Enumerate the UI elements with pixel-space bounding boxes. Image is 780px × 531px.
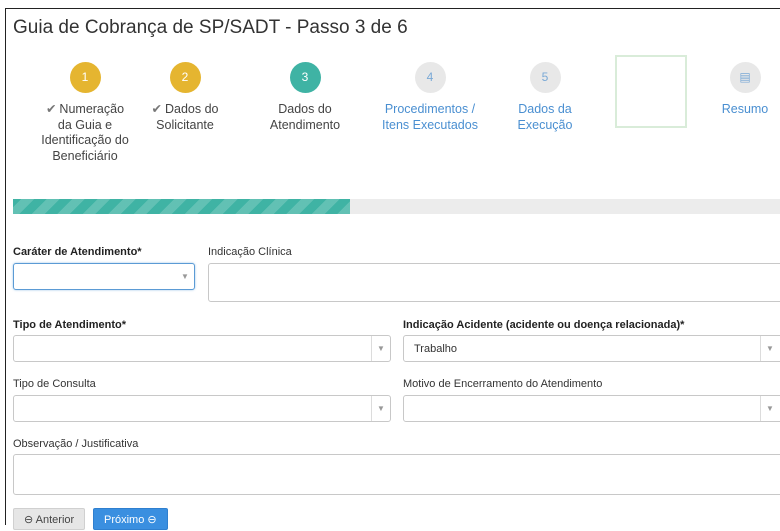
indicacao-acidente-select[interactable]: Trabalho ▼ — [403, 335, 780, 362]
chevron-down-icon: ▼ — [760, 396, 779, 421]
step-1-circle: 1 — [69, 62, 101, 93]
step-5[interactable]: 5 Dados da Execução — [505, 62, 585, 133]
step-4-circle: 4 — [414, 62, 446, 93]
page-title: Guia de Cobrança de SP/SADT - Passo 3 de… — [13, 17, 408, 38]
motivo-encerramento-label: Motivo de Encerramento do Atendimento — [403, 378, 603, 390]
circle-arrow-right-icon: ⊖ — [147, 514, 157, 526]
indicacao-acidente-label: Indicação Acidente (acidente ou doença r… — [403, 319, 685, 331]
step-3-label: Dados do Atendimento — [269, 102, 341, 132]
indicacao-clinica-label: Indicação Clínica — [208, 246, 292, 258]
observacao-label: Observação / Justificativa — [13, 438, 139, 450]
anterior-button[interactable]: ⊖ Anterior — [13, 508, 86, 530]
proximo-button[interactable]: Próximo ⊖ — [93, 508, 168, 530]
step-1[interactable]: 1 ✔ Numeração da Guia e Identificação do … — [30, 62, 140, 164]
chevron-down-icon: ▼ — [760, 336, 779, 361]
chevron-down-icon: ▼ — [181, 272, 189, 281]
checkmark-icon: ✔ — [151, 102, 162, 116]
step-2-circle: 2 — [169, 62, 201, 93]
tipo-consulta-select[interactable]: ▼ — [13, 395, 391, 422]
document-icon: ▤ — [729, 62, 761, 93]
step-5-circle: 5 — [529, 62, 561, 93]
circle-arrow-left-icon: ⊖ — [24, 514, 34, 526]
indicacao-clinica-input[interactable] — [208, 263, 780, 302]
step-2[interactable]: 2 ✔ Dados do Solicitante — [135, 62, 235, 133]
carater-select[interactable]: ▼ — [13, 263, 195, 290]
chevron-down-icon: ▼ — [371, 396, 390, 421]
progress-bar — [13, 199, 780, 214]
step-5-label: Dados da Execução — [517, 102, 573, 132]
step-resumo[interactable]: ▤ Resumo — [712, 62, 778, 118]
chevron-down-icon: ▼ — [371, 336, 390, 361]
checkmark-icon: ✔ — [45, 102, 57, 116]
motivo-encerramento-select[interactable]: ▼ — [403, 395, 780, 422]
step-1-label: ✔ Numeração da Guia e Identificação do Be… — [41, 102, 129, 163]
step-3[interactable]: 3 Dados do Atendimento — [255, 62, 355, 133]
anterior-label: Anterior — [35, 514, 75, 526]
tipo-atendimento-label: Tipo de Atendimento* — [13, 319, 127, 331]
step-2-label: ✔ Dados do Solicitante — [151, 102, 219, 132]
step-4[interactable]: 4 Procedimentos / Itens Executados — [370, 62, 490, 133]
observacao-textarea[interactable] — [13, 454, 780, 495]
progress-fill — [13, 199, 351, 214]
empty-step-box — [615, 55, 687, 128]
carater-label: Caráter de Atendimento* — [13, 246, 142, 258]
step-3-circle: 3 — [289, 62, 321, 93]
tipo-consulta-label: Tipo de Consulta — [13, 378, 96, 390]
step-4-label: Procedimentos / Itens Executados — [382, 102, 478, 132]
tipo-atendimento-select[interactable]: ▼ — [13, 335, 391, 362]
step-resumo-label: Resumo — [721, 102, 769, 116]
proximo-label: Próximo — [104, 514, 145, 526]
